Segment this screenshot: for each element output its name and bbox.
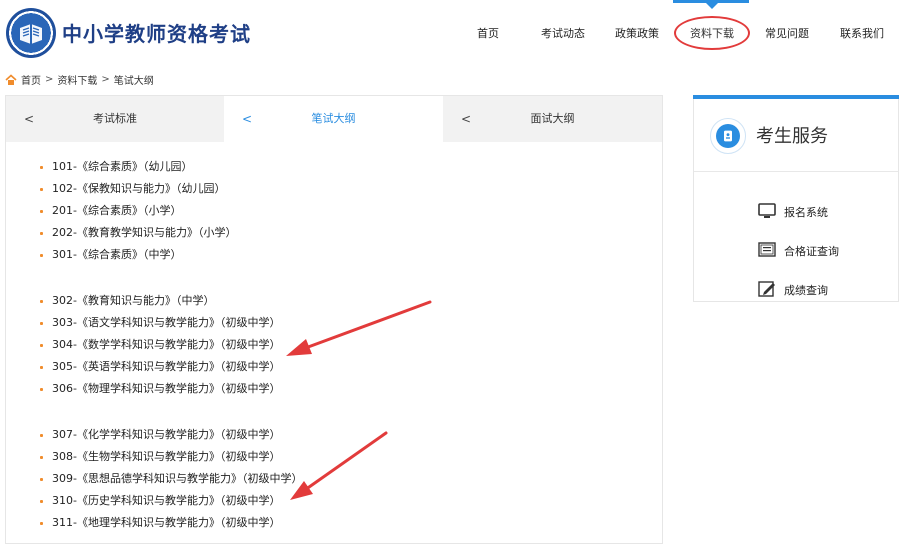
service-badge xyxy=(710,118,746,154)
list-item[interactable]: 102-《保教知识与能力》（幼儿园） xyxy=(40,178,660,200)
service-panel: 考生服务 报名系统 合格证查询 成绩查询 xyxy=(693,95,899,302)
certificate-icon xyxy=(758,242,776,257)
breadcrumb-separator: > xyxy=(45,74,54,85)
breadcrumb-home[interactable]: 首页 xyxy=(21,72,41,87)
list-item[interactable]: 301-《综合素质》（中学） xyxy=(40,244,660,266)
nav-active-caret xyxy=(706,3,718,9)
list-item[interactable]: 306-《物理学科知识与教学能力》（初级中学） xyxy=(40,378,660,400)
id-card-icon xyxy=(716,124,740,148)
nav-item-contact[interactable]: 联系我们 xyxy=(840,24,884,44)
list-item[interactable]: 101-《综合素质》（幼儿园） xyxy=(40,156,660,178)
site-title: 中小学教师资格考试 xyxy=(62,22,251,46)
site-logo[interactable] xyxy=(6,8,56,58)
syllabus-list: 101-《综合素质》（幼儿园） 102-《保教知识与能力》（幼儿园） 201-《… xyxy=(40,156,660,544)
service-panel-topbar xyxy=(693,95,899,99)
breadcrumb-current: 笔试大纲 xyxy=(113,76,154,87)
edit-icon xyxy=(758,281,775,297)
nav-item-exam-news[interactable]: 考试动态 xyxy=(541,24,585,44)
list-item[interactable]: 307-《化学学科知识与教学能力》（初级中学） xyxy=(40,424,660,446)
list-item[interactable]: 302-《教育知识与能力》（中学） xyxy=(40,290,660,312)
list-group: 307-《化学学科知识与教学能力》（初级中学） 308-《生物学科知识与教学能力… xyxy=(40,424,660,534)
list-item[interactable]: 309-《思想品德学科知识与教学能力》（初级中学） xyxy=(40,468,660,490)
list-item[interactable]: 304-《数学学科知识与教学能力》（初级中学） xyxy=(40,334,660,356)
breadcrumb-separator: > xyxy=(101,74,110,85)
list-group: 101-《综合素质》（幼儿园） 102-《保教知识与能力》（幼儿园） 201-《… xyxy=(40,156,660,266)
list-item[interactable]: 201-《综合素质》（小学） xyxy=(40,200,660,222)
highlight-circle-annotation xyxy=(674,16,750,50)
nav-item-faq[interactable]: 常见问题 xyxy=(765,24,809,44)
site-header: 中小学教师资格考试 首页 考试动态 政策政策 资料下载 常见问题 联系我们 xyxy=(0,0,900,68)
tab-interview-syllabus[interactable]: < 面试大纲 xyxy=(443,96,662,142)
service-title: 考生服务 xyxy=(756,126,828,147)
tab-written-syllabus[interactable]: < 笔试大纲 xyxy=(224,96,443,142)
list-item[interactable]: 310-《历史学科知识与教学能力》（初级中学） xyxy=(40,490,660,512)
list-group: 302-《教育知识与能力》（中学） 303-《语文学科知识与教学能力》（初级中学… xyxy=(40,290,660,400)
list-item[interactable]: 308-《生物学科知识与教学能力》（初级中学） xyxy=(40,446,660,468)
service-item-registration[interactable]: 报名系统 xyxy=(694,192,898,231)
list-item[interactable]: 311-《地理学科知识与教学能力》（初级中学） xyxy=(40,512,660,534)
tab-exam-standard[interactable]: < 考试标准 xyxy=(6,96,224,142)
content-panel: < 考试标准 < 笔试大纲 < 面试大纲 101-《综合素质》（幼儿园） 102… xyxy=(5,95,663,544)
list-item[interactable]: 303-《语文学科知识与教学能力》（初级中学） xyxy=(40,312,660,334)
service-item-scores[interactable]: 成绩查询 xyxy=(694,270,898,309)
service-list: 报名系统 合格证查询 成绩查询 xyxy=(694,192,898,309)
list-item[interactable]: 305-《英语学科知识与教学能力》（初级中学） xyxy=(40,356,660,378)
home-icon xyxy=(5,73,17,85)
nav-item-policy[interactable]: 政策政策 xyxy=(615,24,659,44)
service-item-certificate[interactable]: 合格证查询 xyxy=(694,231,898,270)
breadcrumb: 首页 > 资料下载 > 笔试大纲 xyxy=(5,72,154,87)
tab-bar: < 考试标准 < 笔试大纲 < 面试大纲 xyxy=(6,96,662,142)
nav-item-home[interactable]: 首页 xyxy=(477,24,499,44)
book-logo-icon xyxy=(20,24,42,44)
monitor-icon xyxy=(758,203,776,218)
breadcrumb-downloads[interactable]: 资料下载 xyxy=(57,72,97,87)
service-header: 考生服务 xyxy=(694,100,898,172)
list-item[interactable]: 202-《教育教学知识与能力》（小学） xyxy=(40,222,660,244)
